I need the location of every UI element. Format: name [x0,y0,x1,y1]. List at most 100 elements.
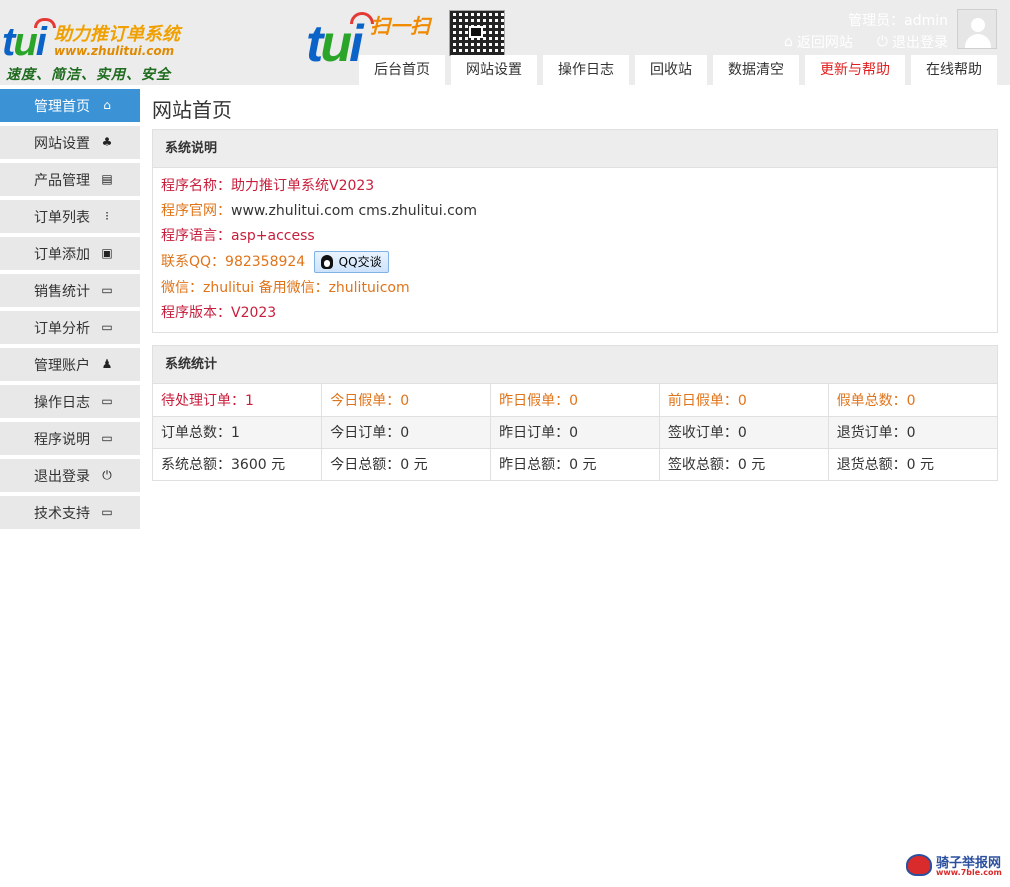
avatar[interactable] [957,9,997,49]
logo-title: 助力推订单系统 [54,24,180,45]
top-nav: 后台首页 网站设置 操作日志 回收站 数据清空 更新与帮助 在线帮助 [359,55,1003,85]
sidebar-item-label: 管理首页 [34,98,90,115]
plug-icon: ♣ [101,135,113,149]
logout-label: 退出登录 [892,35,948,51]
wechat-label: 微信： [161,280,203,296]
sidebar-item[interactable]: 管理首页 ⌂ [0,89,140,122]
sidebar-item-label: 销售统计 [34,283,90,300]
stat-cell: 待处理订单：1 [153,384,323,416]
program-site-value[interactable]: www.zhulitui.com cms.zhulitui.com [231,203,477,219]
sidebar: 管理首页 ⌂ 网站设置 ♣ 产品管理 ▤ 订单列表 ⁝ 订单添加 ▣ 销售统计 ▭ 订单分析 ▭ 管理账户 ♟… [0,89,140,533]
sidebar-item[interactable]: 销售统计 ▭ [0,274,140,307]
program-name-line: 程序名称：助力推订单系统V2023 [161,174,989,199]
top-nav-tab[interactable]: 操作日志 [543,55,629,85]
top-nav-tab[interactable]: 在线帮助 [911,55,997,85]
sidebar-item-label: 退出登录 [34,468,90,485]
sidebar-item-label: 订单列表 [34,209,90,226]
back-to-site-link[interactable]: ⌂ 返回网站 [784,32,853,52]
program-site-line: 程序官网：www.zhulitui.com cms.zhulitui.com [161,199,989,224]
page-title: 网站首页 [152,98,232,122]
sidebar-item-label: 网站设置 [34,135,90,152]
logout-link[interactable]: ⏻ 退出登录 [877,32,948,52]
stat-cell: 签收总额：0 元 [659,447,829,480]
site-logo[interactable]: tui 助力推订单系统 www.zhulitui.com 速度、简洁、实用、安全 [0,8,210,84]
sidebar-item[interactable]: 订单列表 ⁝ [0,200,140,233]
wechat-value: zhulitui 备用微信：zhulituicom [203,280,410,296]
printer-icon: ▤ [101,172,113,186]
sidebar-item-label: 操作日志 [34,394,90,411]
shield-icon [906,854,932,876]
contact-qq-label: 联系QQ： [161,254,226,270]
sidebar-item[interactable]: 产品管理 ▤ [0,163,140,196]
top-nav-tab[interactable]: 回收站 [635,55,707,85]
system-info-heading: 系统说明 [153,130,997,168]
stat-cell: 今日总额：0 元 [321,447,492,480]
window-icon: ▭ [101,320,113,334]
sidebar-item[interactable]: 订单添加 ▣ [0,237,140,270]
window-icon: ▭ [101,283,113,297]
watermark-logo: 骑子举报网 www.7ble.com [906,852,1006,880]
table-row: 系统总额：3600 元今日总额：0 元昨日总额：0 元签收总额：0 元退货总额：… [153,447,997,480]
program-language-label: 程序语言： [161,228,231,244]
admin-label: 管理员：admin [848,13,948,29]
back-to-site-label: 返回网站 [796,35,853,51]
admin-area: 管理员：admin ⌂ 返回网站 ⏻ 退出登录 [784,10,948,52]
sidebar-item[interactable]: 退出登录 ⏻ [0,459,140,492]
stat-cell: 退货总额：0 元 [828,447,997,480]
system-info-body: 程序名称：助力推订单系统V2023 程序官网：www.zhulitui.com … [153,168,997,332]
stat-cell: 退货订单：0 [828,415,997,448]
avatar-head-shape [971,18,985,32]
sidebar-item[interactable]: 订单分析 ▭ [0,311,140,344]
sidebar-item-label: 产品管理 [34,172,90,189]
program-site-label: 程序官网： [161,203,231,219]
wechat-center-icon [469,26,483,38]
sidebar-item[interactable]: 程序说明 ▭ [0,422,140,455]
window-icon: ▭ [101,394,113,408]
stat-cell: 昨日假单：0 [490,384,660,416]
header-bar: tui 助力推订单系统 www.zhulitui.com 速度、简洁、实用、安全… [0,0,1010,85]
stat-cell: 今日假单：0 [321,384,492,416]
user-icon: ♟ [101,357,113,371]
system-stats-heading: 系统统计 [153,346,997,384]
qq-chat-label: QQ交谈 [338,255,382,269]
sidebar-item[interactable]: 技术支持 ▭ [0,496,140,529]
scan-label: 扫一扫 [370,14,430,38]
sidebar-item[interactable]: 网站设置 ♣ [0,126,140,159]
logo-url: www.zhulitui.com [54,44,175,58]
watermark-url: www.7ble.com [936,868,1002,877]
top-nav-tab[interactable]: 更新与帮助 [805,55,905,85]
stats-table: 待处理订单：1 今日假单：0 昨日假单：0 前日假单：0 假单总数：0 订单总数：1 今日订… [153,384,997,480]
program-language-line: 程序语言：asp+access [161,224,989,249]
top-nav-tab[interactable]: 后台首页 [359,55,445,85]
window-icon: ▭ [101,431,113,445]
top-nav-tab[interactable]: 数据清空 [713,55,799,85]
top-nav-tab[interactable]: 网站设置 [451,55,537,85]
sidebar-item-label: 技术支持 [34,505,90,522]
stat-cell: 签收订单：0 [659,415,829,448]
stat-cell: 订单总数：1 [153,415,323,448]
qq-chat-button[interactable]: QQ交谈 [313,251,389,273]
contact-qq-line: 联系QQ：982358924 QQ交谈 [161,249,989,276]
sidebar-item-label: 管理账户 [34,357,90,374]
banner-tui-mark: tui [306,15,364,73]
avatar-body-shape [965,34,991,48]
sidebar-item[interactable]: 管理账户 ♟ [0,348,140,381]
main-content: 网站首页 系统说明 程序名称：助力推订单系统V2023 程序官网：www.zhu… [152,95,998,493]
system-stats-panel: 系统统计 待处理订单：1 今日假单：0 昨日假单：0 前日假单：0 假单总数：0 订单总数… [152,345,998,481]
program-version-label: 程序版本： [161,305,231,321]
window-icon: ▭ [101,505,113,519]
program-version-line: 程序版本：V2023 [161,301,989,326]
home-icon: ⌂ [784,34,793,50]
sidebar-item[interactable]: 操作日志 ▭ [0,385,140,418]
contact-qq-value: 982358924 [225,254,306,270]
wechat-line: 微信：zhulitui 备用微信：zhulituicom [161,276,989,301]
program-language-value: asp+access [231,228,315,244]
sidebar-item-label: 订单分析 [34,320,90,337]
program-version-value: V2023 [231,305,277,321]
power-icon: ⏻ [102,468,112,482]
logo-slogan: 速度、简洁、实用、安全 [6,67,171,83]
power-icon: ⏻ [876,34,888,50]
tree-icon: ⁝ [105,209,109,223]
admin-links: ⌂ 返回网站 ⏻ 退出登录 [784,32,948,52]
qq-penguin-icon [320,255,333,269]
